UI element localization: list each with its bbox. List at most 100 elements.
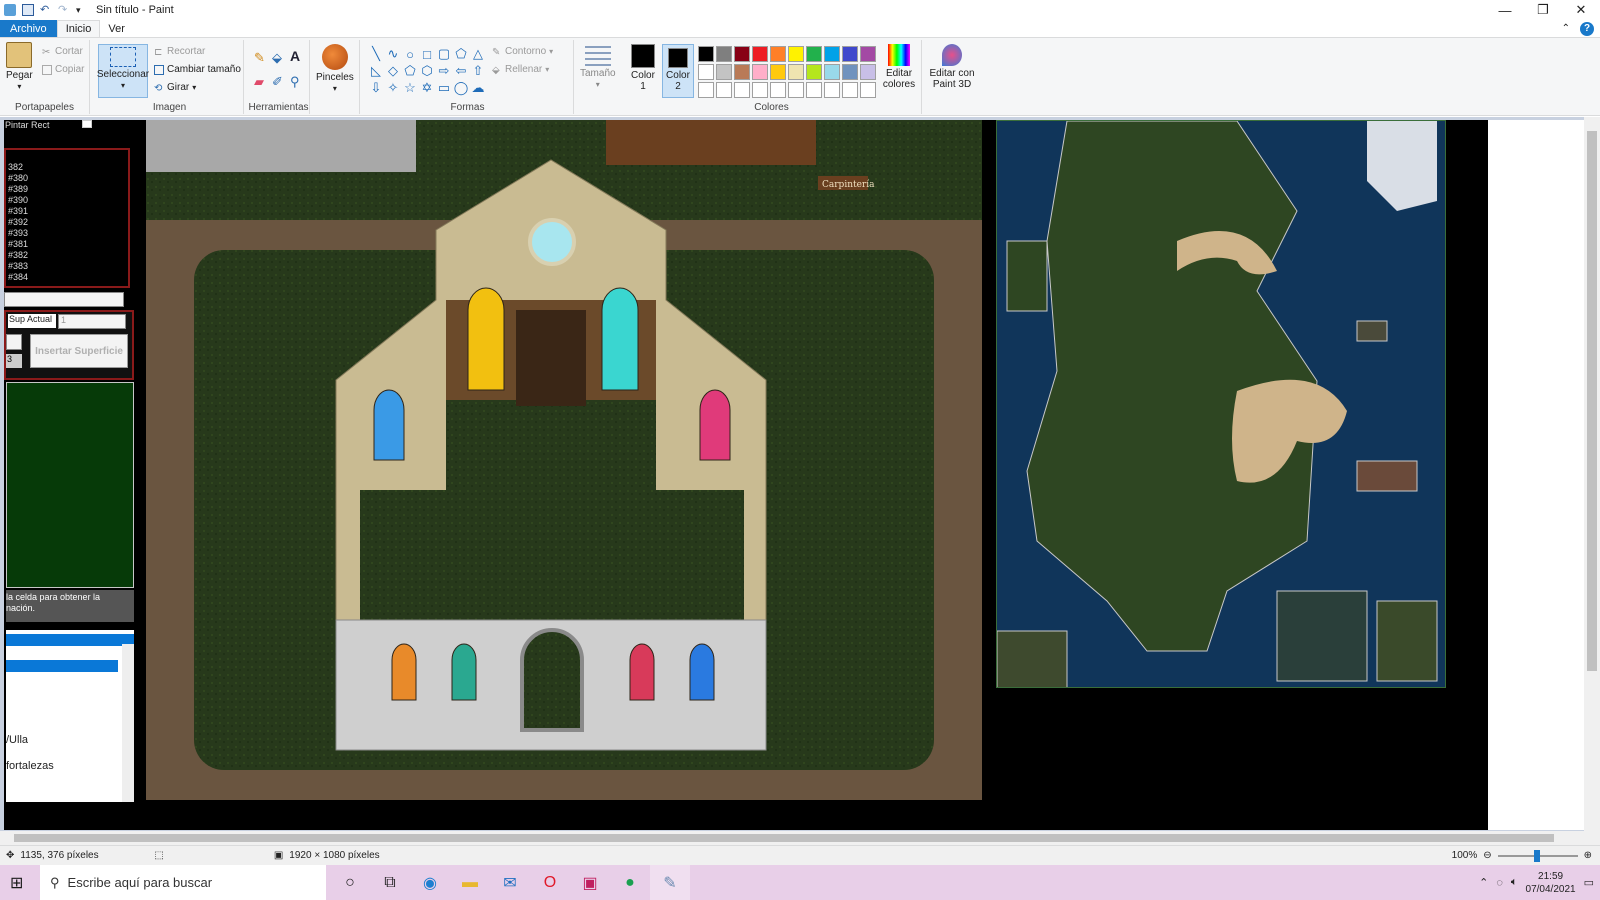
six-point-star-shape-icon[interactable]: ✡ bbox=[419, 80, 435, 96]
tile-list-item[interactable]: #389 bbox=[8, 184, 126, 195]
task-view-icon[interactable]: ⧉ bbox=[370, 865, 410, 900]
edge-icon[interactable]: ◉ bbox=[410, 865, 450, 900]
tile-list-item[interactable]: #384 bbox=[8, 272, 126, 283]
arrow-left-shape-icon[interactable]: ⇦ bbox=[453, 63, 469, 79]
palette-swatch[interactable] bbox=[698, 46, 714, 62]
rect-callout-shape-icon[interactable]: ▭ bbox=[436, 80, 452, 96]
panel-close-icon[interactable] bbox=[82, 120, 92, 128]
tab-ver[interactable]: Ver bbox=[100, 20, 133, 37]
text-tool-icon[interactable]: A bbox=[290, 48, 300, 64]
tile-list-item[interactable]: #380 bbox=[8, 173, 126, 184]
pencil-icon[interactable]: ✎ bbox=[254, 50, 265, 66]
select-button[interactable]: Seleccionar ▾ bbox=[97, 44, 149, 98]
palette-swatch[interactable] bbox=[716, 46, 732, 62]
minimize-button[interactable]: — bbox=[1486, 0, 1524, 20]
palette-swatch[interactable] bbox=[842, 46, 858, 62]
palette-swatch[interactable] bbox=[734, 82, 750, 98]
diamond-shape-icon[interactable]: ◇ bbox=[385, 63, 401, 79]
rectangle-shape-icon[interactable]: □ bbox=[419, 46, 435, 62]
small-input[interactable] bbox=[6, 334, 22, 350]
color1-button[interactable]: Color 1 bbox=[628, 44, 658, 92]
eraser-icon[interactable]: ▰ bbox=[254, 74, 264, 90]
cortana-icon[interactable]: ○ bbox=[330, 865, 370, 900]
palette-swatch[interactable] bbox=[788, 46, 804, 62]
palette-swatch[interactable] bbox=[752, 64, 768, 80]
tile-list-item[interactable]: #381 bbox=[8, 239, 126, 250]
tile-list-item[interactable]: #393 bbox=[8, 228, 126, 239]
map-list-selected-row[interactable] bbox=[6, 660, 118, 672]
network-icon[interactable]: ◌ bbox=[1496, 877, 1503, 889]
outline-button[interactable]: ✎ Contorno ▾ bbox=[492, 46, 553, 58]
cloud-callout-shape-icon[interactable]: ☁ bbox=[470, 80, 486, 96]
palette-swatch[interactable] bbox=[842, 82, 858, 98]
surface-combo[interactable] bbox=[4, 292, 124, 307]
palette-swatch[interactable] bbox=[752, 82, 768, 98]
map-list-item[interactable]: fortalezas bbox=[6, 760, 54, 772]
edit-paint3d-button[interactable]: Editar con Paint 3D bbox=[928, 44, 976, 90]
tile-list[interactable]: 382 #380 #389 #390 #391 #392 #393 #381 #382 #383 #… bbox=[4, 148, 130, 288]
vertical-scrollbar[interactable] bbox=[1584, 117, 1600, 831]
polygon-shape-icon[interactable]: ⬠ bbox=[453, 46, 469, 62]
arrow-right-shape-icon[interactable]: ⇨ bbox=[436, 63, 452, 79]
opera-icon[interactable]: O bbox=[530, 865, 570, 900]
oval-shape-icon[interactable]: ○ bbox=[402, 46, 418, 62]
right-triangle-shape-icon[interactable]: ◺ bbox=[368, 63, 384, 79]
rotate-button[interactable]: ⟲ Girar ▾ bbox=[154, 82, 196, 94]
maximize-button[interactable]: ❐ bbox=[1524, 0, 1562, 20]
paste-button[interactable]: Pegar ▾ bbox=[6, 42, 33, 92]
fill-bucket-icon[interactable]: ⬙ bbox=[272, 50, 282, 66]
zoom-in-icon[interactable]: ⊕ bbox=[1584, 850, 1592, 861]
triangle-shape-icon[interactable]: △ bbox=[470, 46, 486, 62]
palette-swatch[interactable] bbox=[824, 82, 840, 98]
palette-swatch[interactable] bbox=[698, 82, 714, 98]
map-list-scrollbar[interactable] bbox=[122, 644, 134, 802]
horizontal-scroll-thumb[interactable] bbox=[14, 834, 1554, 842]
crop-button[interactable]: ⊏ Recortar bbox=[154, 46, 205, 58]
sup-actual-select[interactable]: 1 bbox=[58, 314, 126, 329]
palette-swatch[interactable] bbox=[824, 46, 840, 62]
volume-icon[interactable]: 🔈︎ bbox=[1511, 876, 1518, 889]
palette-swatch[interactable] bbox=[698, 64, 714, 80]
mail-icon[interactable]: ✉ bbox=[490, 865, 530, 900]
size-button[interactable]: Tamaño ▾ bbox=[580, 46, 616, 90]
color2-button[interactable]: Color 2 bbox=[662, 44, 694, 98]
oval-callout-shape-icon[interactable]: ◯ bbox=[453, 80, 469, 96]
customize-toolbar-icon[interactable]: ▾ bbox=[76, 4, 88, 16]
palette-swatch[interactable] bbox=[716, 64, 732, 80]
palette-swatch[interactable] bbox=[734, 64, 750, 80]
color-picker-icon[interactable]: ✐ bbox=[272, 74, 283, 90]
resize-button[interactable]: Cambiar tamaño bbox=[154, 64, 241, 75]
brushes-button[interactable]: Pinceles ▾ bbox=[316, 44, 354, 94]
close-button[interactable]: ✕ bbox=[1562, 0, 1600, 20]
tab-inicio[interactable]: Inicio bbox=[56, 20, 101, 37]
taskbar-search[interactable]: ⚲ Escribe aquí para buscar bbox=[40, 865, 326, 900]
tab-archivo[interactable]: Archivo bbox=[0, 20, 57, 37]
save-icon[interactable] bbox=[22, 4, 34, 16]
windows-start-icon[interactable]: ⊞ bbox=[10, 873, 23, 893]
line-shape-icon[interactable]: ╲ bbox=[368, 46, 384, 62]
clock[interactable]: 21:59 07/04/2021 bbox=[1526, 870, 1576, 896]
zoom-out-icon[interactable]: ⊖ bbox=[1483, 850, 1491, 861]
redo-icon[interactable]: ↷ bbox=[58, 4, 70, 16]
map-list[interactable]: /Ulla fortalezas bbox=[6, 630, 134, 802]
teams-icon[interactable]: ▣ bbox=[570, 865, 610, 900]
palette-swatch[interactable] bbox=[860, 46, 876, 62]
notifications-icon[interactable]: ▭ bbox=[1584, 876, 1594, 889]
tile-list-item[interactable]: #391 bbox=[8, 206, 126, 217]
fill-button[interactable]: ⬙ Rellenar ▾ bbox=[492, 64, 549, 76]
curve-shape-icon[interactable]: ∿ bbox=[385, 46, 401, 62]
palette-swatch[interactable] bbox=[734, 46, 750, 62]
file-explorer-icon[interactable]: ▬ bbox=[450, 865, 490, 900]
insert-surface-button[interactable]: Insertar Superficie bbox=[30, 334, 128, 368]
map-list-item[interactable]: /Ulla bbox=[6, 734, 28, 746]
vertical-scroll-thumb[interactable] bbox=[1587, 131, 1597, 671]
arrow-up-shape-icon[interactable]: ⇧ bbox=[470, 63, 486, 79]
hexagon-shape-icon[interactable]: ⬡ bbox=[419, 63, 435, 79]
four-point-star-shape-icon[interactable]: ✧ bbox=[385, 80, 401, 96]
cut-button[interactable]: ✂ Cortar bbox=[42, 46, 83, 58]
palette-swatch[interactable] bbox=[770, 64, 786, 80]
arrow-down-shape-icon[interactable]: ⇩ bbox=[368, 80, 384, 96]
collapse-ribbon-icon[interactable]: ⌃ bbox=[1562, 23, 1570, 34]
undo-icon[interactable]: ↶ bbox=[40, 4, 52, 16]
paint-canvas[interactable]: Pintar Rect 382 #380 #389 #390 #391 #392 #393 #… bbox=[4, 120, 1488, 830]
